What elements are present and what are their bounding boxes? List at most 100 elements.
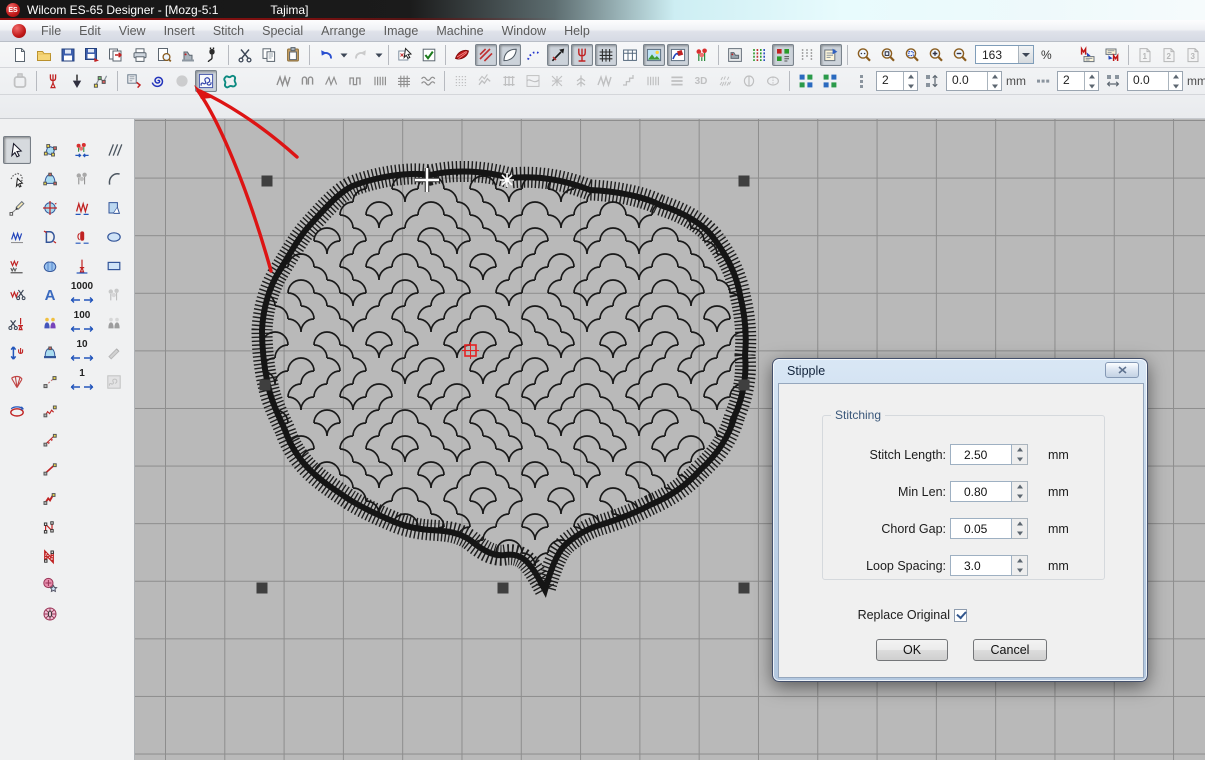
circle-star-tool[interactable] [36,571,64,599]
digitize-node-tool[interactable] [3,194,31,222]
save-to-machine-icon[interactable] [81,44,103,66]
selection-handle[interactable] [498,583,509,594]
field-count[interactable]: 2 [1057,71,1099,91]
zigzag-run-tool[interactable] [3,223,31,251]
loop-stitch-icon[interactable] [297,70,319,92]
length-1000-tool[interactable]: 1000 [68,281,96,309]
cut-stitch-tool[interactable] [3,310,31,338]
reshape-object-tool[interactable] [36,165,64,193]
delete-machine-function-icon[interactable] [1101,44,1123,66]
tatami-stitch-icon[interactable] [345,70,367,92]
red-line-tool[interactable] [36,455,64,483]
show-picture-icon[interactable] [643,44,665,66]
align-rows-icon[interactable] [819,70,841,92]
zoom-level-input[interactable] [976,46,1018,63]
lettering-tool[interactable]: A [36,281,64,309]
measure-icon[interactable] [547,44,569,66]
select-object-icon[interactable] [394,44,416,66]
export-design-icon[interactable] [105,44,127,66]
reshape-nodes-icon[interactable] [90,70,112,92]
ok-button[interactable]: OK [876,639,948,661]
dialog-close-button[interactable] [1105,362,1139,378]
menu-edit[interactable]: Edit [70,22,110,40]
menu-insert[interactable]: Insert [155,22,204,40]
print-preview-icon[interactable] [153,44,175,66]
orbit-tool[interactable] [3,397,31,425]
selection-handle[interactable] [260,380,271,391]
polygon-select-tool[interactable] [3,165,31,193]
show-hatch-icon[interactable] [475,44,497,66]
menu-arrange[interactable]: Arrange [312,22,374,40]
show-vectors-icon[interactable] [667,44,689,66]
show-hoop-icon[interactable] [619,44,641,66]
undo-icon[interactable] [315,44,337,66]
satin-column-tool[interactable] [68,194,96,222]
run-width-tool[interactable] [3,252,31,280]
fan-tool[interactable] [3,368,31,396]
menu-special[interactable]: Special [253,22,312,40]
menu-file[interactable]: File [32,22,70,40]
color-film-icon[interactable] [772,44,794,66]
menu-view[interactable]: View [110,22,155,40]
selection-handle[interactable] [262,176,273,187]
zoom-out-icon[interactable] [949,44,971,66]
exit-point-icon[interactable] [66,70,88,92]
paste-icon[interactable] [282,44,304,66]
rotate-tool[interactable] [36,194,64,222]
show-stitches-icon[interactable] [451,44,473,66]
run-stitch-icon[interactable] [369,70,391,92]
replace-original-checkbox[interactable] [954,609,967,622]
document-system-menu-icon[interactable] [12,24,26,38]
lightning-tool[interactable] [36,484,64,512]
radial-fill-tool[interactable] [36,600,64,628]
stitch-machine-icon[interactable] [177,44,199,66]
rectangle-tool[interactable] [100,252,128,280]
zoom-level-combo[interactable] [975,45,1034,64]
print-icon[interactable] [129,44,151,66]
offset-fill-icon[interactable] [147,70,169,92]
select-tool[interactable] [3,136,31,164]
border-shape-icon[interactable] [219,70,241,92]
list-dots-icon[interactable] [851,70,873,92]
field-input-loopspacing[interactable] [950,555,1012,576]
undo-dropdown[interactable] [338,44,349,66]
menu-window[interactable]: Window [493,22,555,40]
copy-icon[interactable] [258,44,280,66]
reshape-tool[interactable] [36,136,64,164]
save-design-icon[interactable] [57,44,79,66]
segment-tool[interactable] [36,368,64,396]
connect-machine-icon[interactable] [201,44,223,66]
menu-image[interactable]: Image [375,22,428,40]
cap-frame-tool[interactable] [36,339,64,367]
penetration-tool[interactable] [68,252,96,280]
menu-stitch[interactable]: Stitch [204,22,253,40]
motif-rows-icon[interactable] [417,70,439,92]
show-grid-icon[interactable] [595,44,617,66]
field-input-chordgap[interactable] [950,518,1012,539]
selection-handle[interactable] [739,176,750,187]
menu-machine[interactable]: Machine [427,22,492,40]
cut-icon[interactable] [234,44,256,66]
ellipse-tool[interactable] [100,223,128,251]
field-spinner[interactable] [1012,444,1028,465]
zoom-dropdown-arrow[interactable] [1018,46,1033,63]
field-spinner[interactable] [1012,481,1028,502]
column-path-tool[interactable] [36,542,64,570]
pattern-stamp-icon[interactable] [123,70,145,92]
length-100-tool[interactable]: 100 [68,310,96,338]
row-height-icon[interactable] [921,70,943,92]
redo-dropdown[interactable] [373,44,384,66]
insert-machine-function-icon[interactable] [1077,44,1099,66]
machine-functions-icon[interactable] [724,44,746,66]
skew-tool[interactable] [36,223,64,251]
zoom-1-1-icon[interactable] [853,44,875,66]
field-input-minlen[interactable] [950,481,1012,502]
arrow-chain-tool[interactable] [36,426,64,454]
parallel-lines-tool[interactable] [100,136,128,164]
arc-tool[interactable] [100,165,128,193]
show-penetrations-icon[interactable] [571,44,593,66]
entry-point-icon[interactable] [42,70,64,92]
zigzag-stitch-icon[interactable] [321,70,343,92]
open-design-icon[interactable] [33,44,55,66]
stitch-density-icon[interactable] [748,44,770,66]
